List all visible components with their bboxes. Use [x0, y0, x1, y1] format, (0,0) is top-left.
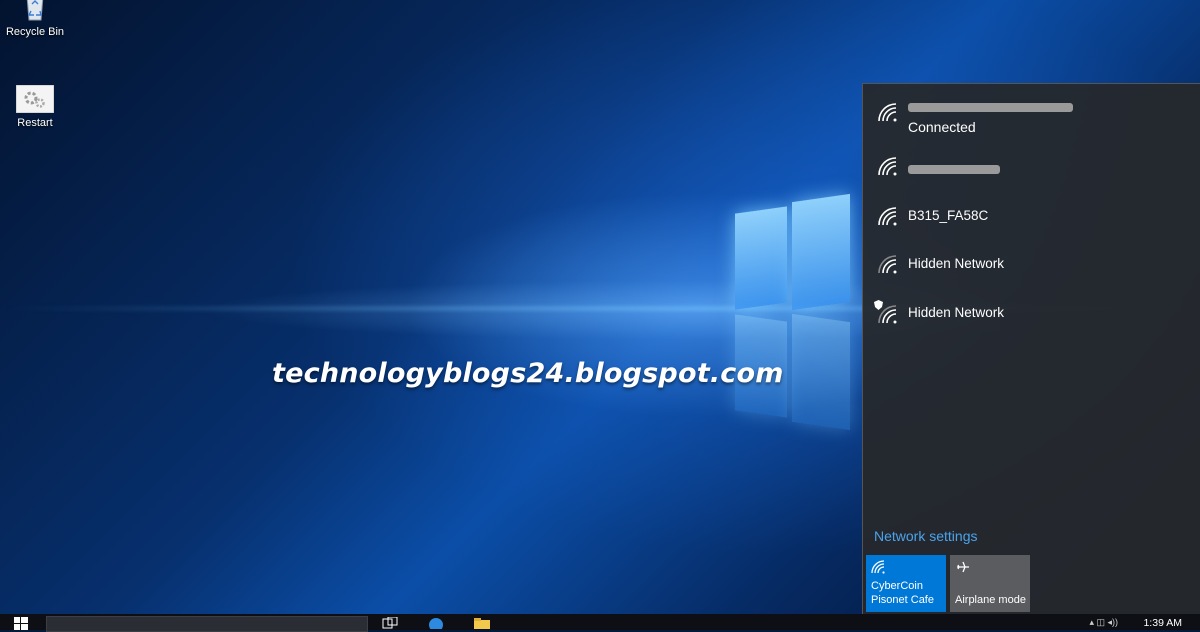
wifi-signal-icon	[878, 255, 897, 274]
recycle-bin-label: Recycle Bin	[5, 26, 65, 38]
windows-logo-pane-right	[792, 193, 850, 311]
desktop-icon-restart[interactable]: Restart	[0, 84, 70, 129]
taskbar: ▴ ◫ ◂)) 1:39 AM	[0, 614, 1200, 632]
edge-icon[interactable]	[428, 617, 444, 629]
restart-label: Restart	[17, 117, 53, 129]
wifi-signal-icon	[878, 157, 897, 176]
start-icon[interactable]	[14, 617, 28, 630]
network-name: B315_FA58C	[908, 208, 989, 223]
restart-gear-icon	[15, 84, 55, 114]
wifi-tile-label: CyberCoin Pisonet Cafe	[871, 579, 934, 607]
recycle-bin-icon	[16, 0, 54, 22]
network-item-4[interactable]: Hidden Network	[863, 244, 1200, 290]
network-status: Connected	[908, 119, 976, 135]
wifi-tile-line2: Pisonet Cafe	[871, 594, 934, 606]
airplane-tile-label: Airplane mode	[955, 593, 1026, 607]
network-name-redacted	[908, 99, 1073, 114]
network-name-redacted	[908, 161, 1000, 176]
wifi-icon	[871, 560, 885, 574]
file-explorer-icon[interactable]	[474, 617, 490, 629]
network-name: Hidden Network	[908, 305, 1005, 320]
windows-logo-reflection-right	[792, 313, 850, 431]
network-item-connected[interactable]: Connected	[863, 92, 1200, 138]
blog-watermark: technologyblogs24.blogspot.com	[272, 358, 784, 389]
airplane-icon	[957, 561, 969, 573]
wifi-signal-icon	[878, 207, 897, 226]
airplane-tile-line: Airplane mode	[955, 594, 1026, 606]
network-name: Hidden Network	[908, 256, 1005, 271]
shield-warning-icon	[874, 300, 883, 310]
wifi-toggle-tile[interactable]: CyberCoin Pisonet Cafe	[866, 555, 946, 612]
taskbar-clock[interactable]: 1:39 AM	[1143, 617, 1182, 629]
wifi-signal-icon	[878, 103, 897, 122]
network-item-5[interactable]: Hidden Network	[863, 292, 1200, 338]
network-settings-link[interactable]: Network settings	[874, 528, 977, 544]
wifi-tile-line1: CyberCoin	[871, 580, 923, 592]
network-item-3[interactable]: B315_FA58C	[863, 196, 1200, 242]
task-view-icon[interactable]	[382, 617, 398, 629]
windows-logo-pane-left	[735, 206, 787, 310]
airplane-mode-tile[interactable]: Airplane mode	[950, 555, 1030, 612]
network-item-2[interactable]	[863, 146, 1200, 192]
desktop-icon-recycle-bin[interactable]: Recycle Bin	[0, 0, 70, 38]
system-tray-icons[interactable]: ▴ ◫ ◂))	[1089, 617, 1118, 628]
